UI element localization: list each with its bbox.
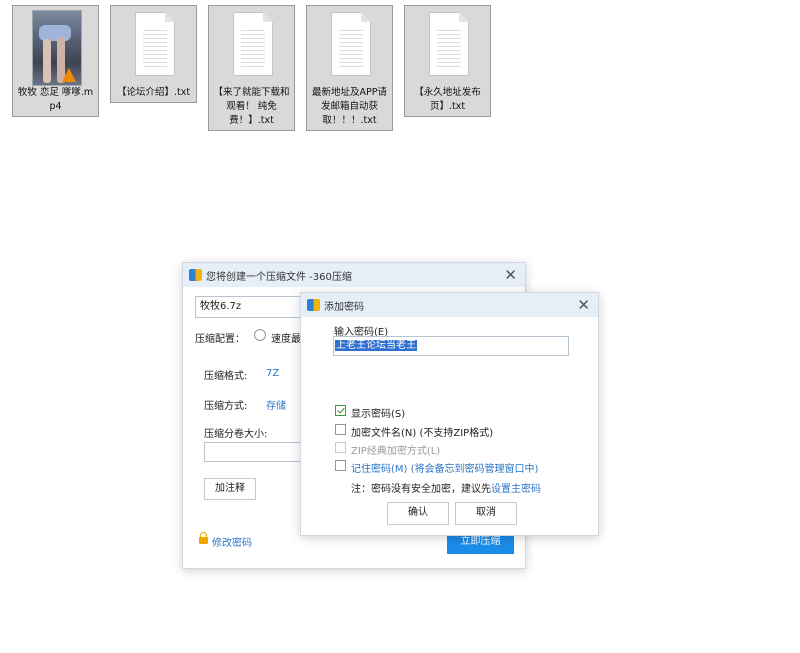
compress-dialog-titlebar[interactable]: 您将创建一个压缩文件 -360压缩 ✕	[183, 263, 525, 287]
file-name: 最新地址及APP请发邮箱自动获取！！！.txt	[312, 87, 387, 126]
file-name: 【永久地址发布页】.txt	[414, 87, 481, 112]
format-value[interactable]: 7Z	[266, 368, 279, 379]
password-dialog: 添加密码 ✕ 输入密码(E) 上老王论坛当老王 显示密码(S) 加密文件名(N)…	[300, 292, 599, 536]
close-icon[interactable]: ✕	[577, 296, 590, 314]
add-comment-button[interactable]: 加注释	[204, 478, 256, 500]
method-value[interactable]: 存储	[266, 397, 286, 412]
lock-icon	[199, 532, 208, 544]
file-name: 【论坛介绍】.txt	[116, 87, 191, 98]
volume-label: 压缩分卷大小:	[204, 429, 268, 440]
config-option-label: 速度最	[271, 334, 301, 345]
encrypt-filenames-checkbox[interactable]	[335, 424, 346, 435]
config-radio[interactable]	[254, 329, 266, 341]
text-file-icon	[424, 10, 472, 80]
security-note: 注：密码没有安全加密，建议先	[351, 484, 491, 495]
volume-size-input[interactable]	[204, 442, 304, 462]
file-item-text[interactable]: 【来了就能下载和观看！ 纯免费！】.txt	[208, 5, 295, 131]
password-dialog-title: 添加密码	[324, 301, 364, 313]
file-item-text[interactable]: 【永久地址发布页】.txt	[404, 5, 491, 117]
file-item-text[interactable]: 【论坛介绍】.txt	[110, 5, 197, 103]
show-password-checkbox[interactable]	[335, 405, 346, 416]
password-input[interactable]: 上老王论坛当老王	[333, 336, 569, 356]
show-password-label: 显示密码(S)	[351, 409, 406, 420]
password-value: 上老王论坛当老王	[335, 340, 417, 351]
close-icon[interactable]: ✕	[504, 266, 517, 284]
zip-classic-label: ZIP经典加密方式(L)	[351, 446, 441, 457]
file-item-video[interactable]: 牧牧 恋足 嗲嗲.mp4	[12, 5, 99, 117]
vlc-cone-icon	[61, 68, 76, 82]
zip-classic-checkbox	[335, 442, 346, 453]
file-item-text[interactable]: 最新地址及APP请发邮箱自动获取！！！.txt	[306, 5, 393, 131]
archive-app-icon	[189, 269, 202, 281]
cancel-button[interactable]: 取消	[455, 502, 517, 525]
set-master-password-link[interactable]: 设置主密码	[491, 480, 541, 495]
text-file-icon	[130, 10, 178, 80]
config-label: 压缩配置：	[195, 334, 245, 345]
format-label: 压缩格式:	[204, 371, 248, 382]
encrypt-filenames-label: 加密文件名(N) (不支持ZIP格式)	[351, 428, 494, 439]
confirm-button[interactable]: 确认	[387, 502, 449, 525]
archive-app-icon	[307, 299, 320, 311]
file-name: 【来了就能下载和观看！ 纯免费！】.txt	[213, 87, 290, 126]
password-dialog-titlebar[interactable]: 添加密码 ✕	[301, 293, 598, 317]
text-file-icon	[228, 10, 276, 80]
remember-password-checkbox[interactable]	[335, 460, 346, 471]
text-file-icon	[326, 10, 374, 80]
video-thumbnail-icon	[31, 10, 82, 86]
remember-password-label: 记住密码(M) (将会备忘到密码管理窗口中)	[351, 464, 539, 475]
method-label: 压缩方式:	[204, 401, 248, 412]
change-password-link[interactable]: 修改密码	[212, 534, 252, 549]
compress-dialog-title: 您将创建一个压缩文件 -360压缩	[206, 271, 352, 283]
